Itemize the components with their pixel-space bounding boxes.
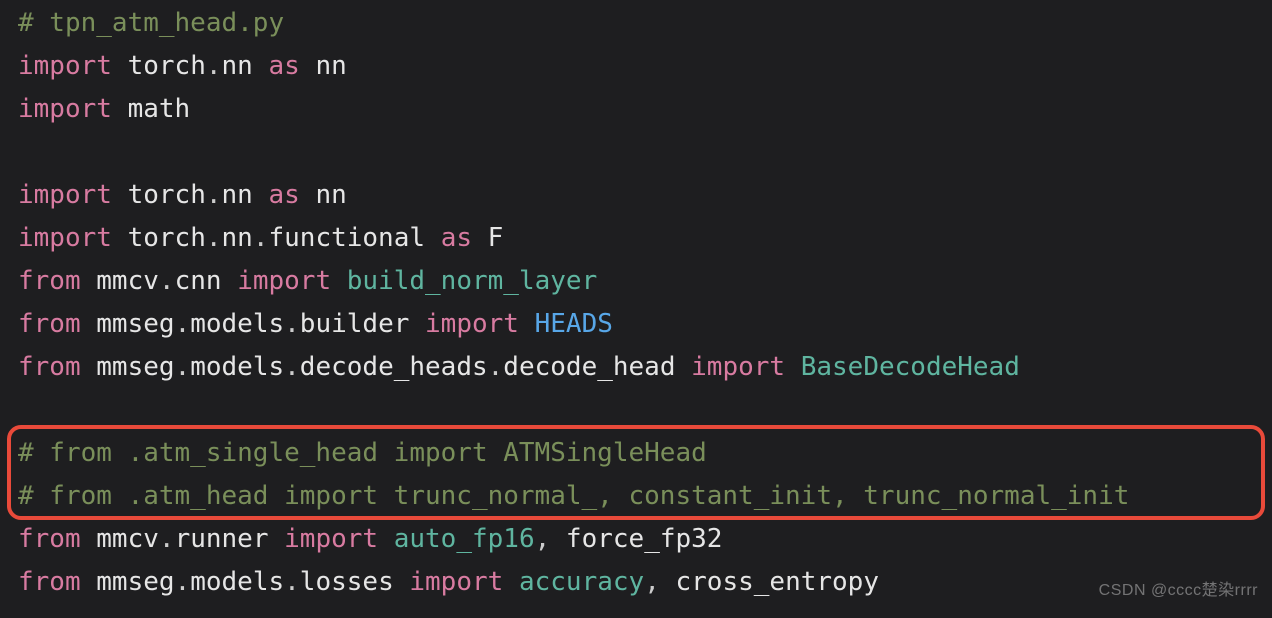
module: models (190, 567, 284, 597)
module: decode_heads (300, 352, 488, 382)
dot: . (488, 352, 504, 382)
dot: . (159, 524, 175, 554)
import-name: HEADS (535, 309, 613, 339)
keyword-import: import (18, 180, 112, 210)
import-name: build_norm_layer (347, 266, 597, 296)
module: models (190, 309, 284, 339)
module: models (190, 352, 284, 382)
module: decode_head (503, 352, 675, 382)
comment: # tpn_atm_head.py (18, 8, 284, 38)
module: nn (222, 51, 253, 81)
import-name: cross_entropy (676, 567, 880, 597)
module: mmseg (96, 567, 174, 597)
code-line: from mmseg.models.builder import HEADS (18, 309, 613, 339)
dot: . (159, 266, 175, 296)
dot: . (206, 51, 222, 81)
alias: nn (315, 180, 346, 210)
module: torch (128, 180, 206, 210)
code-line: # from .atm_single_head import ATMSingle… (18, 438, 707, 468)
module: mmcv (96, 266, 159, 296)
keyword-as: as (268, 51, 299, 81)
import-name: force_fp32 (566, 524, 723, 554)
keyword-import: import (18, 94, 112, 124)
code-line: from mmseg.models.losses import accuracy… (18, 567, 879, 597)
dot: . (206, 180, 222, 210)
keyword-import: import (18, 223, 112, 253)
dot: . (175, 567, 191, 597)
keyword-from: from (18, 524, 81, 554)
comma: , (535, 524, 551, 554)
dot: . (206, 223, 222, 253)
module: math (128, 94, 191, 124)
module: nn (222, 223, 253, 253)
comment: # from .atm_head import trunc_normal_, c… (18, 481, 1129, 511)
code-line: import math (18, 94, 190, 124)
code-line: import torch.nn as nn (18, 180, 347, 210)
module: nn (222, 180, 253, 210)
code-line: import torch.nn.functional as F (18, 223, 503, 253)
keyword-from: from (18, 352, 81, 382)
code-line: from mmcv.runner import auto_fp16, force… (18, 524, 722, 554)
dot: . (284, 567, 300, 597)
keyword-from: from (18, 309, 81, 339)
module: functional (268, 223, 425, 253)
keyword-from: from (18, 266, 81, 296)
alias: nn (315, 51, 346, 81)
module: losses (300, 567, 394, 597)
keyword-as: as (441, 223, 472, 253)
dot: . (175, 352, 191, 382)
keyword-import: import (425, 309, 519, 339)
dot: . (175, 309, 191, 339)
space (660, 567, 676, 597)
module: mmseg (96, 309, 174, 339)
code-line: import torch.nn as nn (18, 51, 347, 81)
space (550, 524, 566, 554)
code-block: # tpn_atm_head.py import torch.nn as nn … (0, 0, 1272, 604)
module: runner (175, 524, 269, 554)
code-line: # from .atm_head import trunc_normal_, c… (18, 481, 1129, 511)
keyword-as: as (268, 180, 299, 210)
keyword-import: import (691, 352, 785, 382)
keyword-from: from (18, 567, 81, 597)
alias: F (488, 223, 504, 253)
module: mmseg (96, 352, 174, 382)
import-name: BaseDecodeHead (801, 352, 1020, 382)
dot: . (284, 352, 300, 382)
keyword-import: import (409, 567, 503, 597)
import-name: auto_fp16 (394, 524, 535, 554)
watermark: CSDN @cccc楚染rrrr (1099, 569, 1258, 612)
module: builder (300, 309, 410, 339)
keyword-import: import (18, 51, 112, 81)
module: cnn (175, 266, 222, 296)
module: torch (128, 51, 206, 81)
comma: , (644, 567, 660, 597)
keyword-import: import (237, 266, 331, 296)
import-name: accuracy (519, 567, 644, 597)
dot: . (253, 223, 269, 253)
code-line: # tpn_atm_head.py (18, 8, 284, 38)
module: mmcv (96, 524, 159, 554)
code-line: from mmseg.models.decode_heads.decode_he… (18, 352, 1020, 382)
dot: . (284, 309, 300, 339)
keyword-import: import (284, 524, 378, 554)
module: torch (128, 223, 206, 253)
comment: # from .atm_single_head import ATMSingle… (18, 438, 707, 468)
code-line: from mmcv.cnn import build_norm_layer (18, 266, 597, 296)
